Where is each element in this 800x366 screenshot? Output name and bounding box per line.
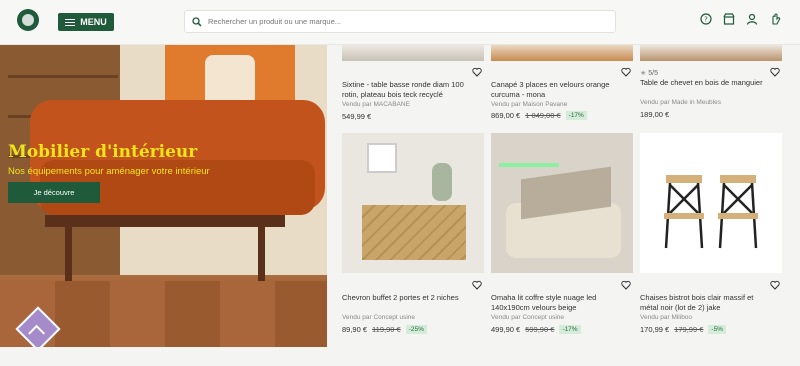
store-icon[interactable] bbox=[722, 12, 735, 25]
rating-value: 5/5 bbox=[648, 70, 658, 77]
product-price: 549,99 € bbox=[342, 112, 372, 121]
user-icon[interactable] bbox=[745, 12, 758, 25]
product-price: 189,00 € bbox=[640, 110, 670, 119]
search-bar[interactable] bbox=[184, 10, 616, 33]
product-card[interactable]: Chevron buffet 2 portes et 2 niches Vend… bbox=[342, 133, 484, 343]
heart-icon[interactable] bbox=[770, 280, 780, 290]
product-name[interactable]: Chaises bistrot bois clair massif et mét… bbox=[640, 293, 768, 313]
help-icon[interactable]: ? bbox=[699, 12, 712, 25]
product-name[interactable]: Sixtine - table basse ronde diam 100 rot… bbox=[342, 80, 470, 100]
chairs-image bbox=[664, 175, 758, 249]
product-old-price: 179,99 € bbox=[674, 325, 704, 334]
discount-badge: -17% bbox=[565, 111, 587, 120]
discount-badge: -5% bbox=[708, 325, 726, 334]
product-old-price: 1 049,00 € bbox=[525, 111, 561, 120]
product-seller: Vendu par Concept usine bbox=[342, 314, 415, 321]
product-card[interactable]: Omaha lit coffre style nuage led 140x190… bbox=[491, 133, 633, 343]
heart-icon[interactable] bbox=[472, 280, 482, 290]
product-card[interactable]: Canapé 3 places en velours orange curcum… bbox=[491, 45, 633, 135]
product-old-price: 599,90 € bbox=[525, 325, 555, 334]
hand-icon[interactable] bbox=[768, 12, 781, 25]
product-name[interactable]: Omaha lit coffre style nuage led 140x190… bbox=[491, 293, 619, 313]
discount-badge: -17% bbox=[559, 325, 581, 334]
product-old-price: 119,90 € bbox=[372, 325, 401, 334]
heart-icon[interactable] bbox=[621, 280, 631, 290]
heart-icon[interactable] bbox=[621, 67, 631, 77]
product-image bbox=[491, 45, 633, 61]
product-seller: Vendu par Maison Pavane bbox=[491, 101, 568, 108]
product-image bbox=[640, 133, 782, 273]
svg-text:?: ? bbox=[704, 15, 708, 23]
hero-title: Mobilier d'intérieur bbox=[8, 142, 198, 162]
product-image bbox=[342, 45, 484, 61]
logo-icon[interactable] bbox=[17, 9, 39, 31]
hero-cta-button[interactable]: Je découvre bbox=[8, 182, 100, 203]
product-price: 869,00 € bbox=[491, 111, 521, 120]
hero-subtitle: Nos équipements pour aménager votre inté… bbox=[8, 166, 210, 177]
product-name[interactable]: Chevron buffet 2 portes et 2 niches bbox=[342, 293, 470, 303]
site-header: MENU ? bbox=[0, 0, 800, 45]
product-seller: Vendu par MACABANE bbox=[342, 101, 410, 108]
heart-icon[interactable] bbox=[472, 67, 482, 77]
menu-button[interactable]: MENU bbox=[58, 13, 114, 31]
product-image bbox=[342, 133, 484, 273]
product-seller: Vendu par Made in Meubles bbox=[640, 99, 721, 106]
menu-label: MENU bbox=[80, 17, 107, 27]
hamburger-icon bbox=[65, 18, 76, 26]
product-card[interactable]: ★ 5/5 Table de chevet en bois de manguie… bbox=[640, 45, 782, 135]
product-price: 89,90 € bbox=[342, 325, 368, 334]
product-seller: Vendu par Miliboo bbox=[640, 314, 693, 321]
product-image bbox=[640, 45, 782, 61]
product-price: 499,90 € bbox=[491, 325, 521, 334]
product-name[interactable]: Canapé 3 places en velours orange curcum… bbox=[491, 80, 619, 100]
hero-table-image bbox=[45, 215, 285, 282]
product-image bbox=[491, 133, 633, 273]
product-card[interactable]: Sixtine - table basse ronde diam 100 rot… bbox=[342, 45, 484, 135]
discount-badge: -25% bbox=[405, 325, 427, 334]
product-card[interactable]: Chaises bistrot bois clair massif et mét… bbox=[640, 133, 782, 343]
search-icon bbox=[192, 16, 202, 27]
product-name[interactable]: Table de chevet en bois de manguier bbox=[640, 78, 768, 88]
heart-icon[interactable] bbox=[770, 67, 780, 77]
hero-banner[interactable]: Mobilier d'intérieur Nos équipements pou… bbox=[0, 45, 327, 347]
product-price: 170,99 € bbox=[640, 325, 670, 334]
product-rating: ★ 5/5 bbox=[640, 69, 658, 77]
product-seller: Vendu par Concept usine bbox=[491, 314, 564, 321]
search-input[interactable] bbox=[208, 17, 598, 26]
star-icon: ★ bbox=[640, 70, 647, 77]
